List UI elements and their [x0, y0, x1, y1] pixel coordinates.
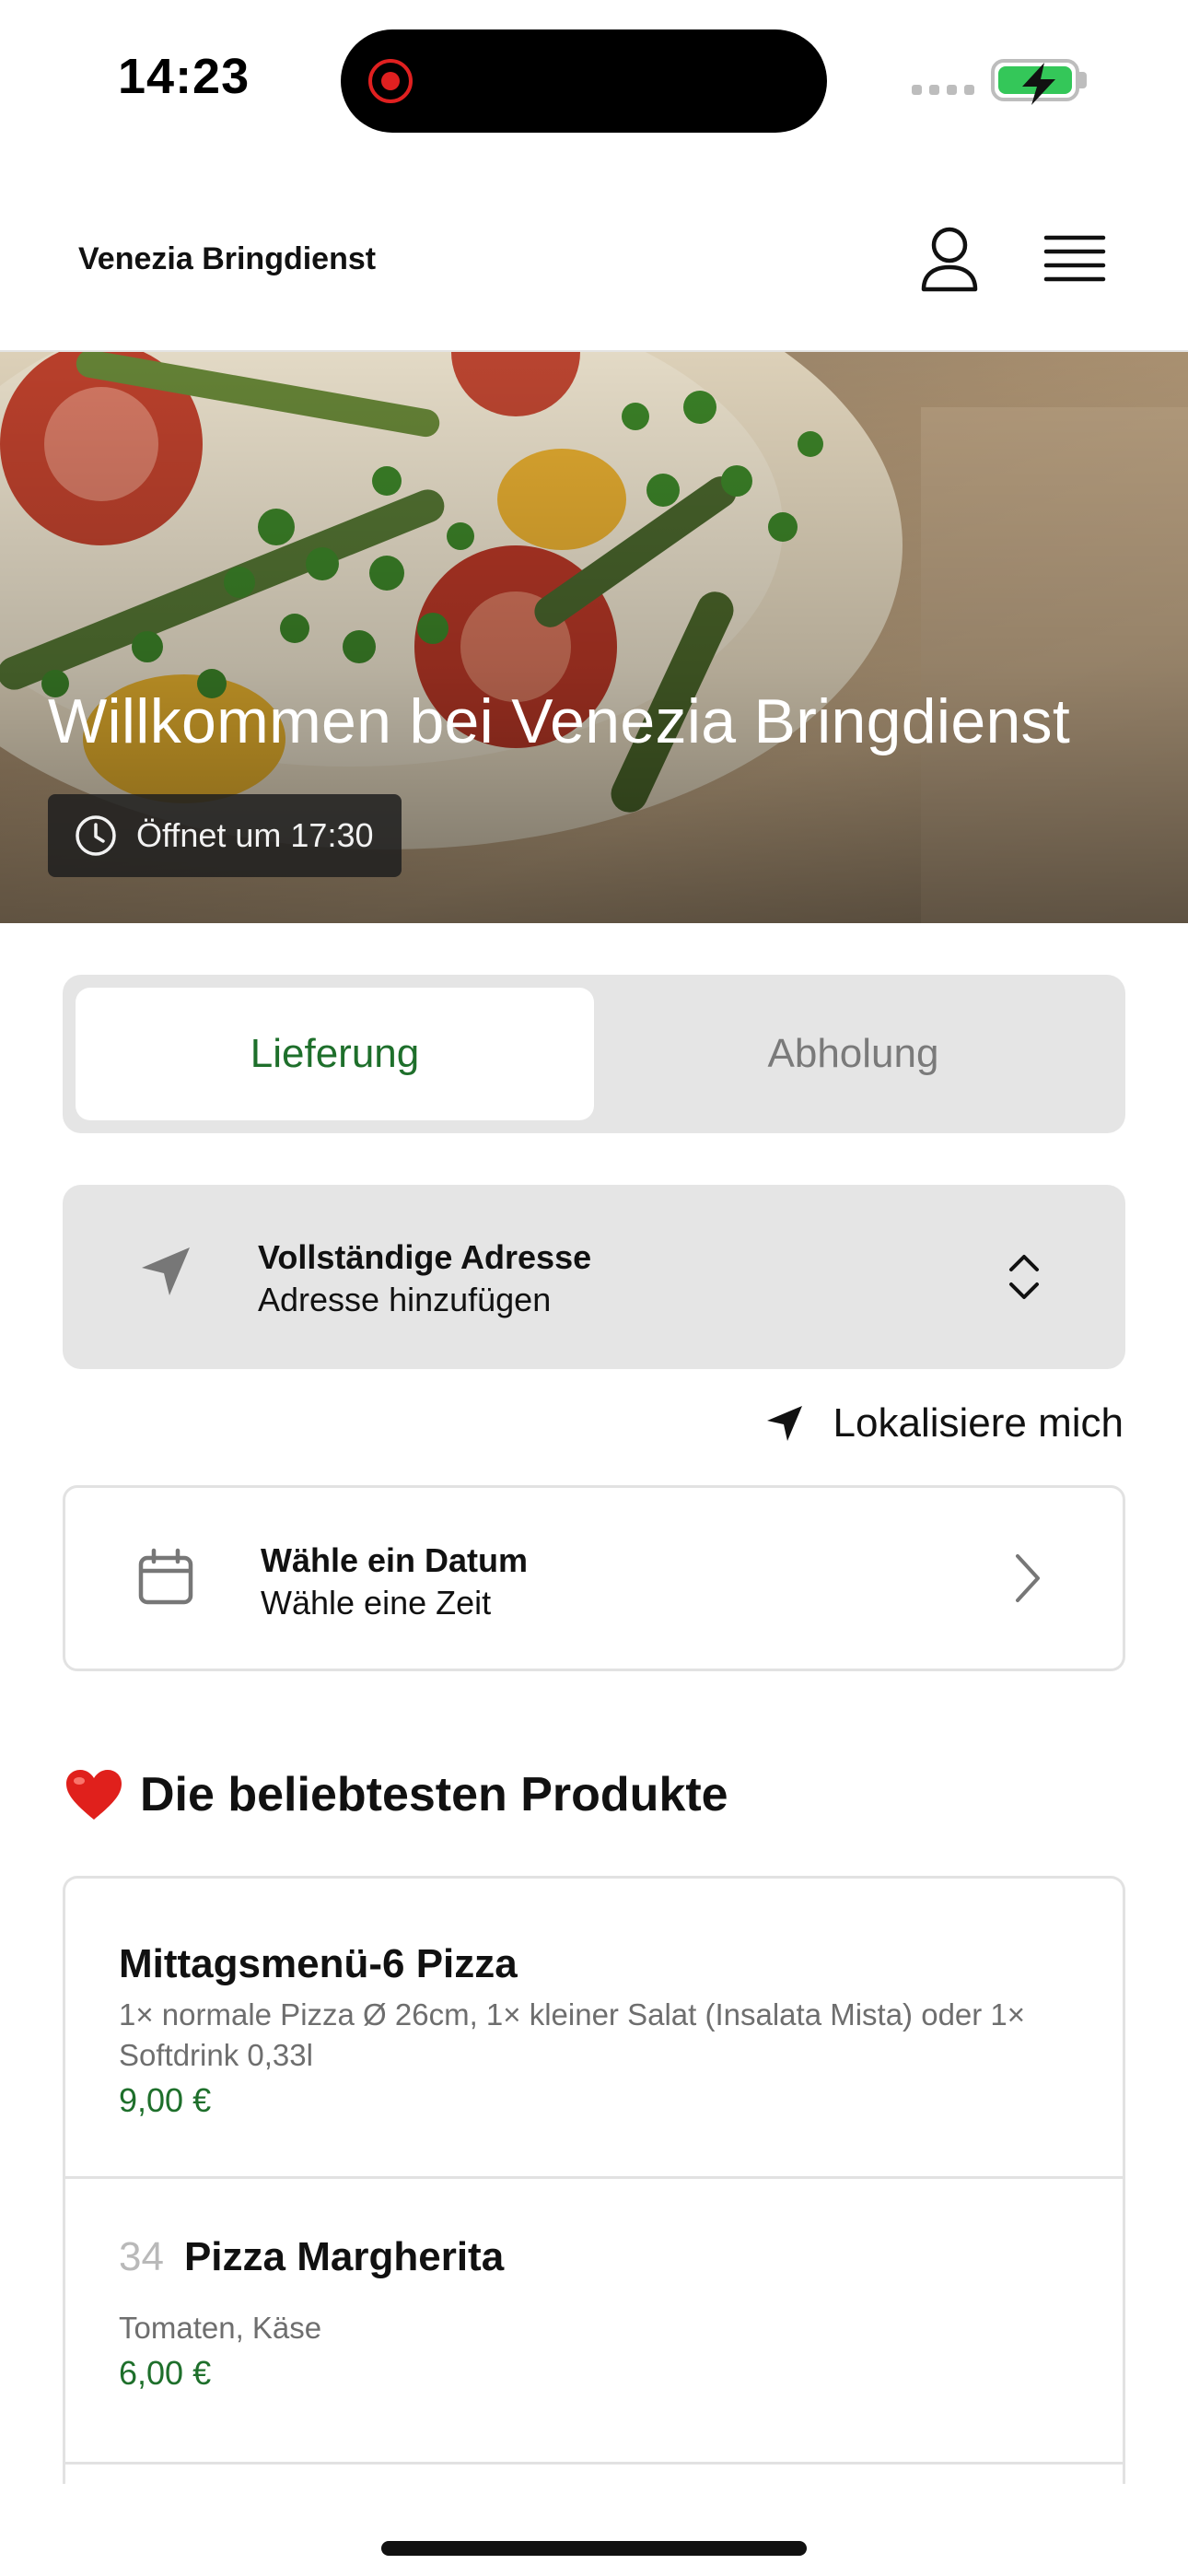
- address-subtitle: Adresse hinzufügen: [258, 1281, 552, 1318]
- locate-me-button[interactable]: Lokalisiere mich: [763, 1400, 1124, 1446]
- clock-icon: [76, 815, 116, 856]
- date-time-selector[interactable]: Wähle ein Datum Wähle eine Zeit: [63, 1485, 1125, 1671]
- battery-icon: [991, 59, 1079, 105]
- product-item[interactable]: Mittagsmenü-6 Pizza 1× normale Pizza Ø 2…: [65, 1879, 1123, 2179]
- time-subtitle: Wähle eine Zeit: [261, 1584, 492, 1622]
- dynamic-island: [341, 29, 827, 133]
- app-header: Venezia Bringdienst: [0, 157, 1188, 352]
- product-description: 1× normale Pizza Ø 26cm, 1× kleiner Sala…: [119, 1997, 1026, 2072]
- menu-button[interactable]: [1039, 223, 1111, 295]
- popular-products-heading: Die beliebtesten Produkte: [64, 1767, 728, 1822]
- brand-name[interactable]: Venezia Bringdienst: [78, 241, 376, 277]
- product-description: Tomaten, Käse: [119, 2311, 322, 2345]
- opening-hours-text: Öffnet um 17:30: [136, 816, 374, 854]
- user-icon: [921, 227, 978, 292]
- navigation-arrow-icon: [142, 1247, 190, 1295]
- account-button[interactable]: [912, 221, 987, 297]
- tab-pickup[interactable]: Abholung: [594, 988, 1112, 1120]
- address-title: Vollständige Adresse: [258, 1238, 592, 1276]
- date-title: Wähle ein Datum: [261, 1541, 529, 1579]
- hero-title: Willkommen bei Venezia Bringdienst: [48, 686, 1071, 756]
- section-title: Die beliebtesten Produkte: [140, 1768, 728, 1821]
- heart-icon: [66, 1770, 122, 1820]
- status-time: 14:23: [118, 49, 250, 104]
- product-name: Mittagsmenü-6 Pizza: [119, 1941, 518, 1986]
- location-arrow-icon: [766, 1406, 802, 1441]
- chevron-right-icon: [1016, 1554, 1040, 1602]
- recording-indicator-icon: [368, 59, 413, 103]
- signal-icon: [912, 85, 974, 95]
- hero-banner: Willkommen bei Venezia Bringdienst Öffne…: [0, 352, 1188, 923]
- product-item[interactable]: 34 Pizza Margherita Tomaten, Käse 6,00 €: [65, 2179, 1123, 2465]
- tab-delivery[interactable]: Lieferung: [76, 988, 594, 1120]
- address-selector[interactable]: Vollständige Adresse Adresse hinzufügen: [63, 1185, 1125, 1369]
- status-bar: 14:23: [0, 0, 1188, 157]
- opening-hours-badge: Öffnet um 17:30: [48, 794, 402, 877]
- product-number: 34: [119, 2234, 164, 2279]
- locate-me-label: Lokalisiere mich: [833, 1400, 1124, 1446]
- home-indicator[interactable]: [381, 2541, 807, 2556]
- chevron-up-down-icon: [1009, 1255, 1039, 1299]
- order-mode-toggle: Lieferung Abholung: [63, 975, 1125, 1133]
- product-price: 9,00 €: [119, 2081, 212, 2119]
- charging-bolt-icon: [1022, 63, 1055, 105]
- battery-cap: [1079, 72, 1087, 88]
- calendar-icon: [138, 1548, 193, 1605]
- product-name: Pizza Margherita: [183, 2234, 505, 2279]
- product-list: Mittagsmenü-6 Pizza 1× normale Pizza Ø 2…: [63, 1876, 1125, 2484]
- product-price: 6,00 €: [119, 2354, 212, 2392]
- menu-icon: [1043, 235, 1106, 282]
